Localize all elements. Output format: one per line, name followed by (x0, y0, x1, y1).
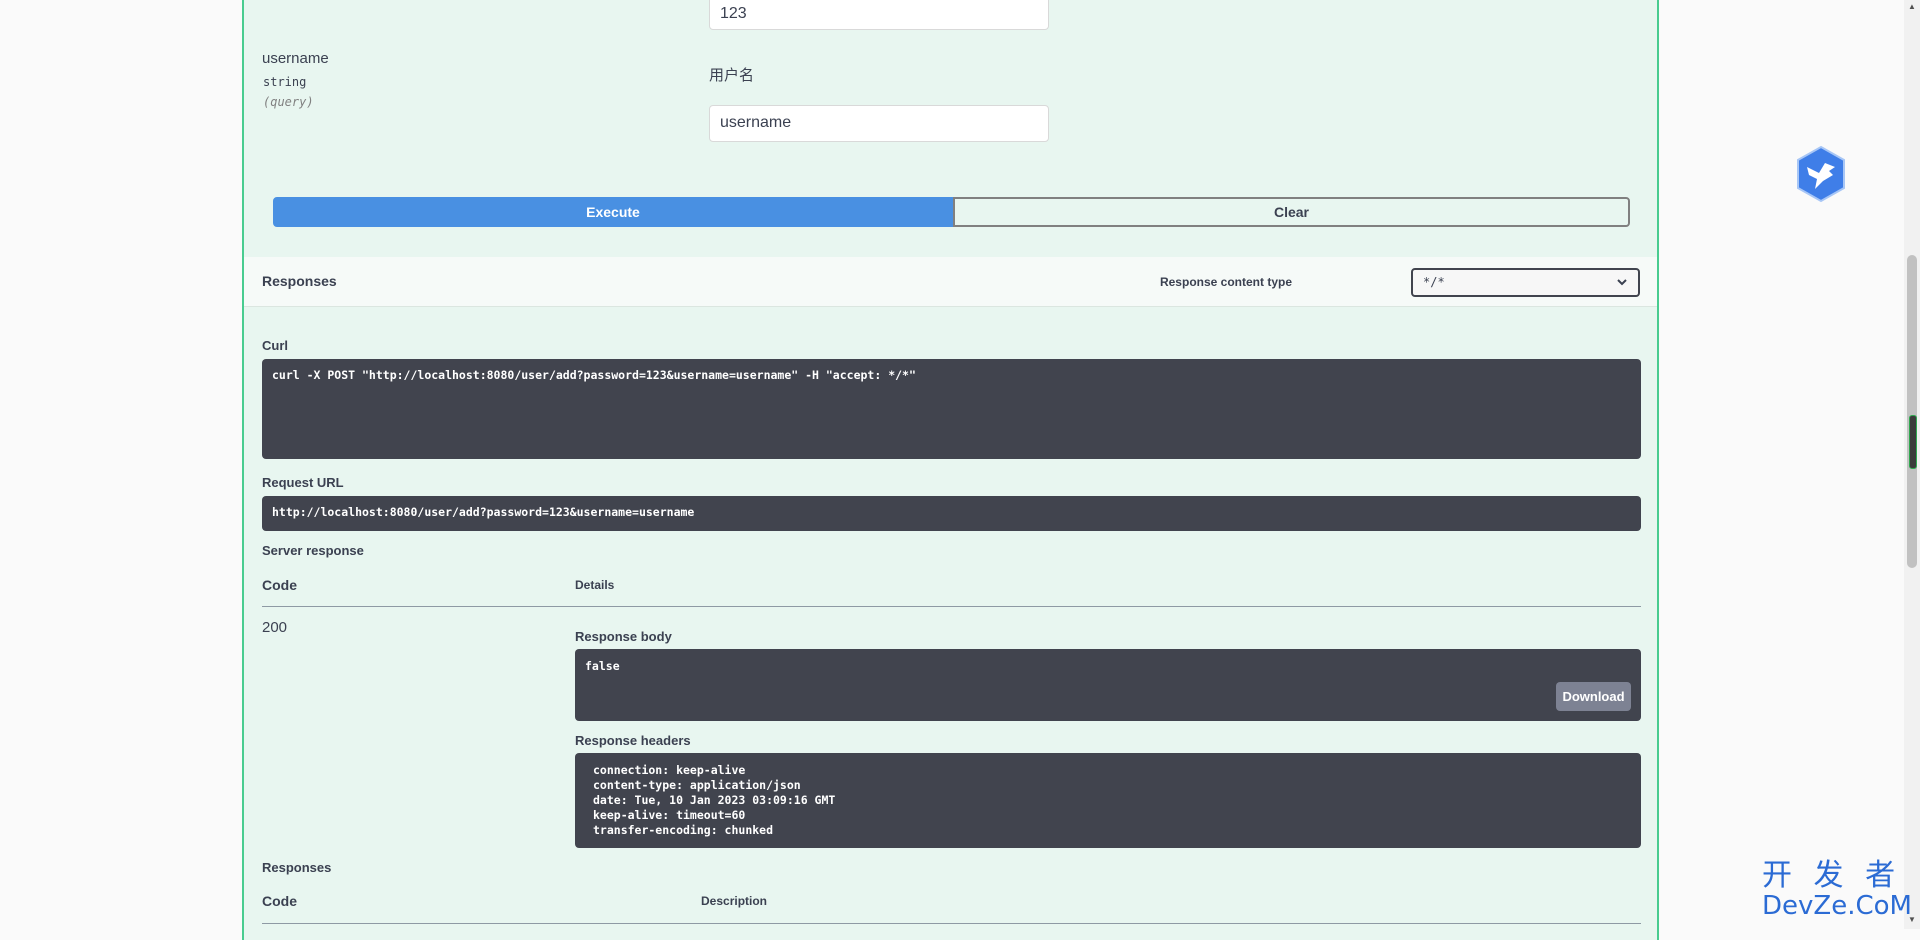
response-body-box: false (575, 649, 1641, 721)
content-type-select[interactable]: */* (1411, 268, 1640, 297)
request-url-value: http://localhost:8080/user/add?password=… (272, 505, 695, 519)
response-header-line: transfer-encoding: chunked (593, 823, 774, 837)
chevron-down-icon (1616, 270, 1628, 304)
curl-command-box: curl -X POST "http://localhost:8080/user… (262, 359, 1641, 459)
response-header-line: content-type: application/json (593, 778, 801, 792)
response-header-line: keep-alive: timeout=60 (593, 808, 746, 822)
response-header-line: connection: keep-alive (593, 763, 746, 777)
response-body-label: Response body (575, 629, 672, 644)
page-scrollbar[interactable]: ▲ ▼ (1904, 0, 1920, 929)
response-body-value: false (585, 659, 620, 673)
response-headers-label: Response headers (575, 733, 691, 748)
responses-col-code: Code (262, 893, 297, 909)
response-headers-box: connection: keep-alive content-type: app… (575, 753, 1641, 848)
scroll-up-icon[interactable]: ▲ (1908, 2, 1916, 11)
responses-table-divider (262, 923, 1641, 924)
param-type: string (263, 75, 307, 89)
download-button[interactable]: Download (1556, 682, 1631, 711)
content-type-value: */* (1423, 275, 1445, 289)
request-url-label: Request URL (262, 475, 344, 490)
clear-button[interactable]: Clear (953, 197, 1630, 227)
username-input[interactable]: username (709, 105, 1049, 142)
watermark-line1: 开 发 者 (1762, 858, 1902, 893)
response-code: 200 (262, 619, 288, 636)
password-input[interactable]: 123 (709, 0, 1049, 30)
response-header-line: date: Tue, 10 Jan 2023 03:09:16 GMT (593, 793, 836, 807)
responses-title: Responses (262, 273, 337, 289)
responses-col-description: Description (701, 894, 768, 908)
watermark: 开 发 者 DevZe.CoM (1762, 858, 1912, 921)
scroll-marker (1909, 415, 1917, 469)
watermark-line2: DevZe.CoM (1762, 891, 1912, 921)
server-response-col-code: Code (262, 577, 297, 593)
table-divider (262, 606, 1641, 607)
server-response-col-details: Details (575, 578, 615, 592)
hummingbird-icon[interactable] (1795, 145, 1847, 203)
param-name-username: username (262, 50, 329, 67)
param-description: 用户名 (709, 67, 755, 84)
scrollbar-thumb[interactable] (1907, 255, 1917, 568)
request-url-box: http://localhost:8080/user/add?password=… (262, 496, 1641, 531)
server-response-label: Server response (262, 543, 364, 558)
content-type-label: Response content type (1159, 275, 1292, 289)
curl-command: curl -X POST "http://localhost:8080/user… (272, 368, 916, 382)
param-location: (query) (263, 95, 314, 109)
execute-button[interactable]: Execute (273, 197, 953, 227)
curl-label: Curl (262, 338, 288, 353)
responses-table-title: Responses (262, 860, 332, 875)
